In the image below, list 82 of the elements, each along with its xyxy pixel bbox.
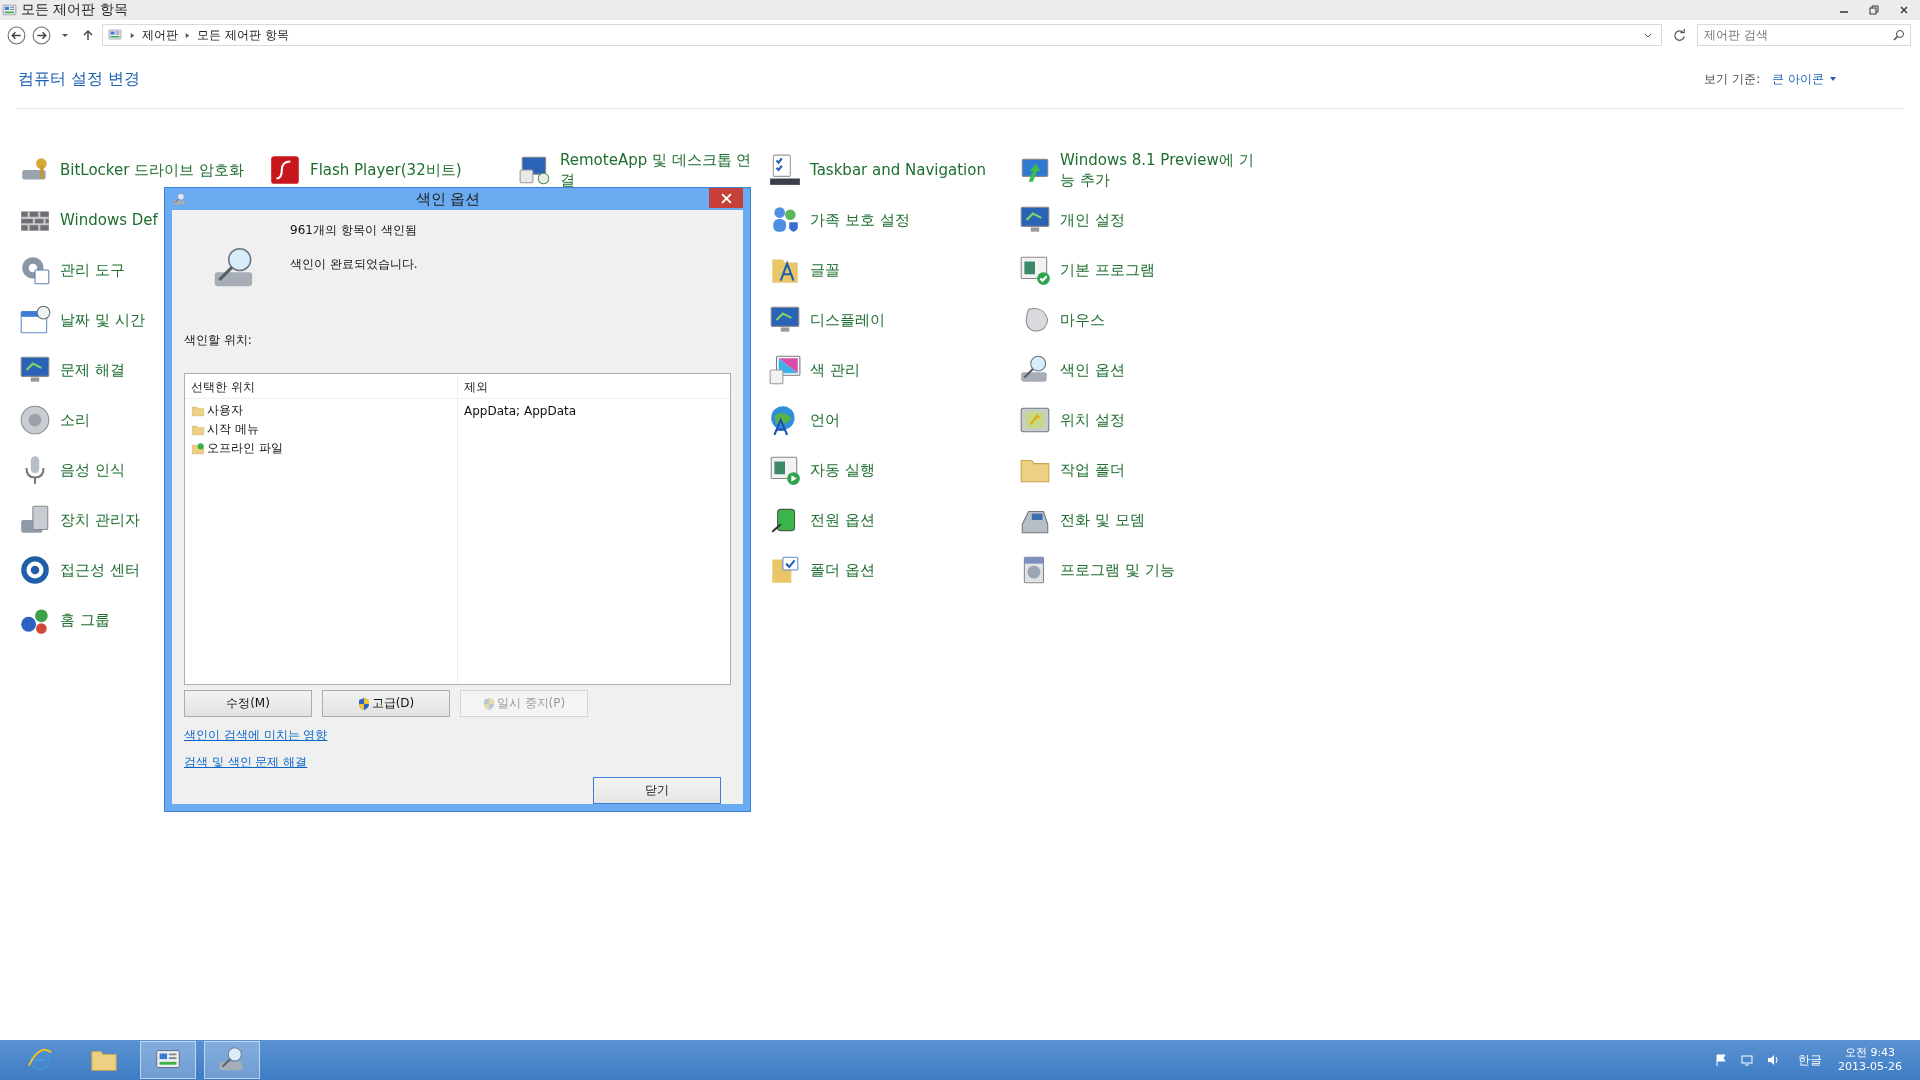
control-panel-item[interactable]: Flash Player(32비트): [310, 160, 462, 180]
control-panel-item[interactable]: 문제 해결: [60, 360, 125, 380]
control-panel-item[interactable]: 음성 인식: [60, 460, 125, 480]
clock-date[interactable]: 2013-05-26: [1838, 1060, 1902, 1074]
dialog-button[interactable]: 수정(M): [184, 690, 312, 717]
chevron-icon: [184, 31, 191, 39]
control-panel-item[interactable]: 전원 옵션: [810, 510, 875, 530]
control-panel-item[interactable]: 소리: [60, 410, 90, 430]
search-field[interactable]: 제어판 검색: [1697, 24, 1911, 46]
dialog-title: 색인 옵션: [414, 189, 482, 209]
window-title: 모든 제어판 항목: [21, 1, 128, 19]
control-panel-item[interactable]: 마우스: [1060, 310, 1105, 330]
input-method-indicator[interactable]: 한글: [1798, 1051, 1823, 1069]
close-icon: [720, 192, 732, 204]
control-panel-item[interactable]: 개인 설정: [1060, 210, 1125, 230]
control-panel-item[interactable]: 날짜 및 시간: [60, 310, 145, 330]
magnifier-drive-icon: [172, 191, 187, 207]
taskbar-button[interactable]: [204, 1041, 260, 1079]
refresh-icon[interactable]: [1672, 27, 1687, 43]
control-panel-item[interactable]: 디스플레이: [810, 310, 885, 330]
breadcrumb[interactable]: 제어판: [142, 26, 178, 44]
sync-folder-icon: [191, 441, 205, 456]
control-panel-item[interactable]: BitLocker 드라이브 암호화: [60, 160, 244, 180]
control-panel-item[interactable]: 폴더 옵션: [810, 560, 875, 580]
palette-icon[interactable]: [768, 353, 802, 387]
restore-icon[interactable]: [1868, 4, 1880, 16]
column-header[interactable]: 선택한 위치: [185, 374, 458, 398]
control-panel-item[interactable]: 가족 보호 설정: [810, 210, 910, 230]
control-panel-item[interactable]: 위치 설정: [1060, 410, 1125, 430]
control-panel-item[interactable]: 전화 및 모뎀: [1060, 510, 1145, 530]
help-link[interactable]: 색인이 검색에 미치는 영향: [184, 727, 328, 744]
close-icon[interactable]: [1898, 4, 1910, 16]
locations-label: 색인할 위치:: [184, 332, 253, 349]
exclude-cell: AppData; AppData: [464, 403, 577, 418]
control-panel-item[interactable]: 언어: [810, 410, 840, 430]
location-cell[interactable]: 시작 메뉴: [207, 421, 259, 438]
control-panel-item[interactable]: Windows 8.1 Preview에 기능 추가: [1060, 150, 1255, 190]
address-bar[interactable]: 제어판 모든 제어판 항목: [102, 24, 1662, 46]
control-panel-item[interactable]: 홈 그룹: [60, 610, 110, 630]
view-by-link[interactable]: 큰 아이콘: [1772, 70, 1824, 88]
view-by-label: 보기 기준:: [1704, 70, 1761, 88]
control-panel-item[interactable]: 접근성 센터: [60, 560, 140, 580]
caret-icon[interactable]: [1829, 75, 1837, 83]
clock-time[interactable]: 오전 9:43: [1844, 1046, 1896, 1060]
close-button[interactable]: 닫기: [593, 777, 721, 804]
folder-icon: [191, 422, 205, 437]
flag-icon[interactable]: [1714, 1053, 1729, 1067]
taskbar-button[interactable]: [140, 1041, 196, 1079]
page-heading: 컴퓨터 설정 변경: [18, 68, 141, 90]
close-button[interactable]: [709, 188, 743, 208]
control-panel-item[interactable]: RemoteApp 및 데스크톱 연결: [560, 150, 755, 190]
control-panel-item[interactable]: 색 관리: [810, 360, 860, 380]
breadcrumb[interactable]: 모든 제어판 항목: [197, 26, 289, 44]
flash-icon[interactable]: [268, 153, 302, 187]
up-arrow-icon[interactable]: [82, 29, 94, 41]
control-panel-item[interactable]: 작업 폴더: [1060, 460, 1125, 480]
speaker-icon[interactable]: [18, 403, 52, 437]
control-panel-item[interactable]: 프로그램 및 기능: [1060, 560, 1175, 580]
index-status: 색인이 완료되었습니다.: [290, 256, 418, 273]
help-link[interactable]: 검색 및 색인 문제 해결: [184, 754, 308, 771]
location-cell[interactable]: 오프라인 파일: [207, 440, 283, 457]
chevron-icon: [129, 31, 136, 39]
control-panel-item[interactable]: 관리 도구: [60, 260, 125, 280]
control-panel-item[interactable]: 색인 옵션: [1060, 360, 1125, 380]
back-icon[interactable]: [6, 24, 27, 46]
control-panel-item[interactable]: 기본 프로그램: [1060, 260, 1155, 280]
control-panel-item[interactable]: Taskbar and Navigation: [810, 160, 986, 180]
checklist-icon[interactable]: [768, 153, 802, 187]
forward-icon[interactable]: [31, 24, 52, 46]
control-panel-item[interactable]: Windows Def: [60, 210, 158, 230]
dialog-button[interactable]: 고급(D): [322, 690, 450, 717]
index-count: 961개의 항목이 색인됨: [290, 222, 417, 239]
control-panel-icon: [107, 27, 123, 43]
column-header[interactable]: 제외: [458, 374, 730, 398]
control-panel-item[interactable]: 자동 실행: [810, 460, 875, 480]
location-cell[interactable]: 사용자: [207, 402, 243, 419]
control-panel-item[interactable]: 글꼴: [810, 260, 840, 280]
control-panel-item[interactable]: 장치 관리자: [60, 510, 140, 530]
accessibility-icon[interactable]: [18, 553, 52, 587]
folder-icon: [191, 403, 205, 418]
search-icon: [1893, 29, 1905, 41]
volume-icon[interactable]: [1766, 1053, 1781, 1067]
